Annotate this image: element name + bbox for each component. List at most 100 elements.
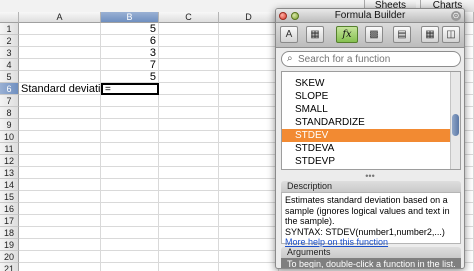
cell[interactable]	[219, 191, 279, 203]
function-list[interactable]: SKEW SLOPE SMALL STANDARDIZE STDEV STDEVA STDE…	[281, 71, 461, 170]
cell[interactable]	[159, 227, 219, 239]
row-header[interactable]: 20	[0, 251, 19, 263]
text-icon[interactable]: A	[280, 26, 298, 43]
cell[interactable]	[219, 47, 279, 59]
cell[interactable]	[219, 179, 279, 191]
cell-b[interactable]: 6	[101, 35, 159, 47]
cell-a[interactable]	[19, 143, 101, 155]
row-header[interactable]: 15	[0, 191, 19, 203]
column-header-d[interactable]: D	[219, 12, 279, 23]
function-icon[interactable]: fx	[336, 26, 358, 43]
cell[interactable]	[219, 239, 279, 251]
cell[interactable]	[159, 23, 219, 35]
cell-a[interactable]	[19, 215, 101, 227]
cell-b[interactable]	[101, 179, 159, 191]
row-header[interactable]: 10	[0, 131, 19, 143]
cell-b[interactable]: =	[101, 83, 159, 95]
column-header-c[interactable]: C	[159, 12, 219, 23]
cell[interactable]	[159, 47, 219, 59]
cell-a[interactable]	[19, 59, 101, 71]
cell-a[interactable]	[19, 191, 101, 203]
cell-a[interactable]	[19, 95, 101, 107]
chart-icon[interactable]: ▩	[365, 26, 383, 43]
function-list-scrollbar[interactable]	[450, 72, 460, 169]
row-header[interactable]: 16	[0, 203, 19, 215]
cell[interactable]	[159, 263, 219, 271]
resize-grip-icon[interactable]: •••	[276, 172, 464, 181]
cell[interactable]	[219, 155, 279, 167]
row-header[interactable]: 1	[0, 23, 19, 35]
cell-b[interactable]	[101, 119, 159, 131]
cell[interactable]	[159, 83, 219, 95]
cell[interactable]	[159, 131, 219, 143]
cell-a[interactable]	[19, 47, 101, 59]
function-list-item[interactable]: STDEVA	[282, 142, 452, 155]
cell[interactable]	[219, 215, 279, 227]
cell[interactable]	[219, 23, 279, 35]
cell[interactable]	[219, 107, 279, 119]
function-list-item[interactable]: SMALL	[282, 103, 452, 116]
cell[interactable]	[159, 107, 219, 119]
grid-icon[interactable]: ▦	[421, 26, 439, 43]
cell[interactable]	[159, 35, 219, 47]
cell-b[interactable]: 5	[101, 23, 159, 35]
cell-a[interactable]: Standard deviation	[19, 83, 101, 95]
cell[interactable]	[219, 203, 279, 215]
cell-a[interactable]	[19, 239, 101, 251]
cell-a[interactable]	[19, 251, 101, 263]
cell[interactable]	[219, 227, 279, 239]
cell[interactable]	[219, 35, 279, 47]
cell-b[interactable]	[101, 215, 159, 227]
cell[interactable]	[219, 83, 279, 95]
function-list-item[interactable]: STDEVPA	[282, 168, 452, 169]
cell-b[interactable]	[101, 263, 159, 271]
row-header[interactable]: 11	[0, 143, 19, 155]
cell-b[interactable]	[101, 143, 159, 155]
cell-b[interactable]	[101, 155, 159, 167]
cell-b[interactable]	[101, 251, 159, 263]
cell-b[interactable]	[101, 203, 159, 215]
cell-a[interactable]	[19, 71, 101, 83]
cell[interactable]	[159, 239, 219, 251]
row-header[interactable]: 13	[0, 167, 19, 179]
row-header[interactable]: 14	[0, 179, 19, 191]
cell-b[interactable]: 3	[101, 47, 159, 59]
column-header-a[interactable]: A	[19, 12, 101, 23]
help-link[interactable]: More help on this function	[285, 237, 457, 248]
cell[interactable]	[159, 71, 219, 83]
cell-a[interactable]	[19, 35, 101, 47]
cell[interactable]	[159, 143, 219, 155]
cell[interactable]	[219, 131, 279, 143]
function-list-item[interactable]: STANDARDIZE	[282, 116, 452, 129]
row-header[interactable]: 7	[0, 95, 19, 107]
row-header[interactable]: 9	[0, 119, 19, 131]
cell-b[interactable]: 5	[101, 71, 159, 83]
cell[interactable]	[159, 155, 219, 167]
cell[interactable]	[159, 95, 219, 107]
select-all-corner[interactable]	[0, 12, 19, 23]
cell-b[interactable]	[101, 107, 159, 119]
formula-builder-titlebar[interactable]: Formula Builder ⊙	[276, 9, 464, 23]
table-icon[interactable]: ▤	[393, 26, 411, 43]
cell[interactable]	[219, 251, 279, 263]
cell-a[interactable]	[19, 203, 101, 215]
cell-b[interactable]	[101, 167, 159, 179]
cell[interactable]	[159, 215, 219, 227]
cell-b[interactable]	[101, 131, 159, 143]
cell-a[interactable]	[19, 119, 101, 131]
function-list-item[interactable]: SKEW	[282, 77, 452, 90]
zoom-icon[interactable]: ⊙	[451, 11, 461, 21]
cell-a[interactable]	[19, 227, 101, 239]
function-list-item[interactable]: STDEVP	[282, 155, 452, 168]
cell-a[interactable]	[19, 23, 101, 35]
cell-b[interactable]	[101, 95, 159, 107]
cell[interactable]	[219, 143, 279, 155]
cell-b[interactable]	[101, 227, 159, 239]
cell[interactable]	[159, 191, 219, 203]
cell-b[interactable]: 7	[101, 59, 159, 71]
cell[interactable]	[219, 59, 279, 71]
row-header[interactable]: 17	[0, 215, 19, 227]
row-header[interactable]: 12	[0, 155, 19, 167]
row-header[interactable]: 6	[0, 83, 19, 95]
row-header[interactable]: 3	[0, 47, 19, 59]
